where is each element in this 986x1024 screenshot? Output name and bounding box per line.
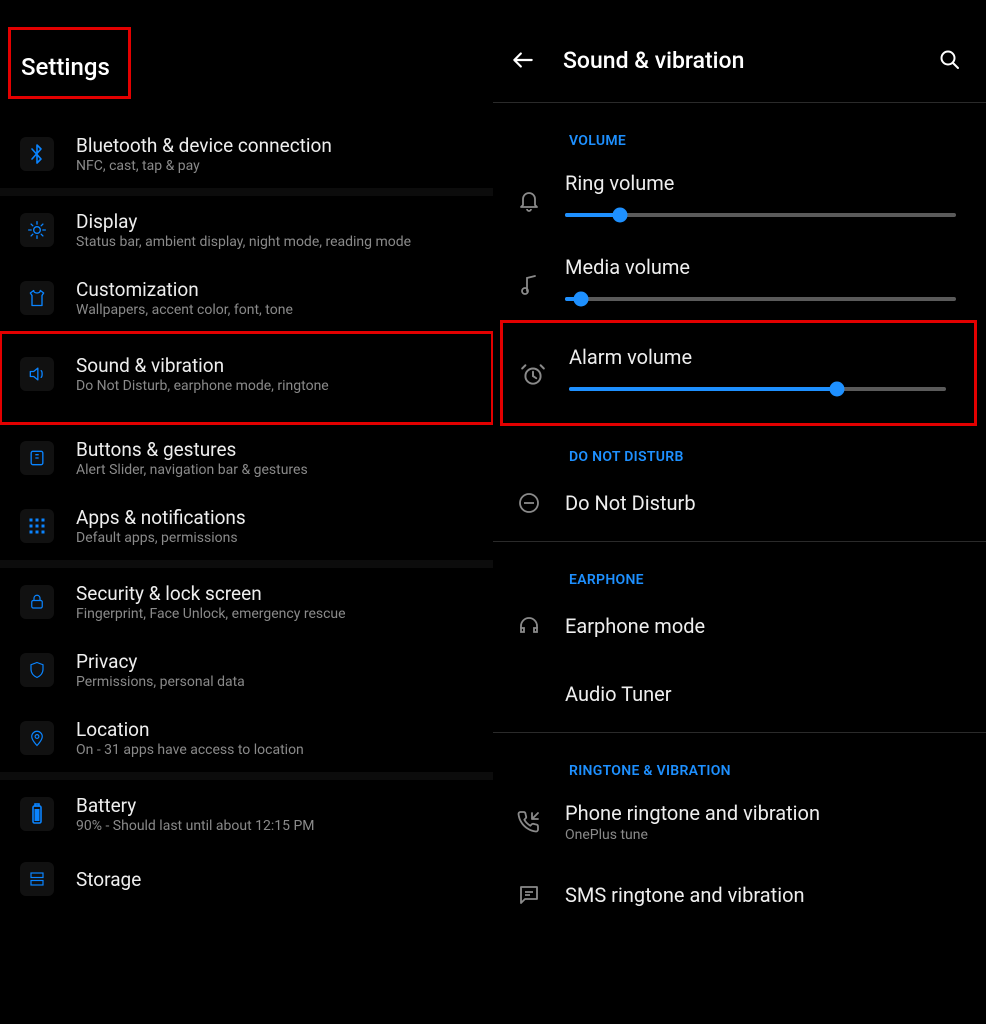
battery-icon — [20, 797, 54, 831]
ring-volume-row: Ring volume — [493, 153, 986, 237]
row-sub: Alert Slider, navigation bar & gestures — [76, 462, 481, 478]
slider-label: Alarm volume — [569, 345, 946, 369]
ringtone-section-label: RINGTONE & VIBRATION — [493, 733, 986, 783]
sms-ringtone-row[interactable]: SMS ringtone and vibration — [493, 861, 986, 929]
buttons-gestures-row[interactable]: Buttons & gestures Alert Slider, navigat… — [0, 424, 493, 492]
row-title: Apps & notifications — [76, 506, 481, 529]
row-title: Customization — [76, 278, 481, 301]
message-icon — [513, 879, 545, 911]
pin-icon — [20, 721, 54, 755]
sound-vibration-panel: Sound & vibration VOLUME Ring volume — [493, 0, 986, 1024]
brightness-icon — [20, 213, 54, 247]
row-title: Phone ringtone and vibration — [565, 801, 956, 825]
media-volume-slider[interactable] — [565, 297, 956, 301]
apps-notifications-row[interactable]: Apps & notifications Default apps, permi… — [0, 492, 493, 560]
headphones-icon — [513, 610, 545, 642]
gestures-icon — [20, 441, 54, 475]
storage-row[interactable]: Storage — [0, 848, 493, 910]
row-sub: Do Not Disturb, earphone mode, ringtone — [76, 378, 481, 394]
slider-label: Media volume — [565, 255, 956, 279]
media-volume-row: Media volume — [493, 237, 986, 321]
row-sub: On - 31 apps have access to location — [76, 742, 481, 758]
ring-volume-slider[interactable] — [565, 213, 956, 217]
row-title: Location — [76, 718, 481, 741]
settings-title-highlight: Settings — [8, 27, 131, 99]
volume-section-label: VOLUME — [493, 103, 986, 153]
search-button[interactable] — [938, 48, 962, 72]
phone-ringtone-row[interactable]: Phone ringtone and vibration OnePlus tun… — [493, 783, 986, 861]
dnd-icon — [513, 487, 545, 519]
privacy-row[interactable]: Privacy Permissions, personal data — [0, 636, 493, 704]
earphone-section-label: EARPHONE — [493, 542, 986, 592]
lock-icon — [20, 585, 54, 619]
sound-vibration-row[interactable]: Sound & vibration Do Not Disturb, earpho… — [0, 332, 493, 424]
battery-row[interactable]: Battery 90% - Should last until about 12… — [0, 780, 493, 848]
storage-icon — [20, 862, 54, 896]
bluetooth-icon — [20, 137, 54, 171]
row-sub: 90% - Should last until about 12:15 PM — [76, 818, 481, 834]
bell-icon — [513, 185, 545, 217]
row-sub: Default apps, permissions — [76, 530, 481, 546]
back-button[interactable] — [507, 44, 539, 76]
row-sub: NFC, cast, tap & pay — [76, 158, 481, 174]
apps-icon — [20, 509, 54, 543]
security-row[interactable]: Security & lock screen Fingerprint, Face… — [0, 568, 493, 636]
row-sub: Status bar, ambient display, night mode,… — [76, 234, 481, 250]
alarm-volume-slider[interactable] — [569, 387, 946, 391]
bluetooth-row[interactable]: Bluetooth & device connection NFC, cast,… — [0, 120, 493, 188]
earphone-mode-row[interactable]: Earphone mode — [493, 592, 986, 660]
row-title: Audio Tuner — [565, 682, 956, 706]
incoming-call-icon — [513, 806, 545, 838]
row-title: Buttons & gestures — [76, 438, 481, 461]
page-title: Settings — [11, 30, 128, 96]
row-title: Storage — [76, 868, 481, 891]
music-note-icon — [513, 269, 545, 301]
customization-row[interactable]: Customization Wallpapers, accent color, … — [0, 264, 493, 332]
row-title: Display — [76, 210, 481, 233]
detail-title: Sound & vibration — [563, 47, 914, 74]
row-title: Security & lock screen — [76, 582, 481, 605]
row-sub: Permissions, personal data — [76, 674, 481, 690]
row-title: SMS ringtone and vibration — [565, 883, 956, 907]
row-sub: OnePlus tune — [565, 827, 956, 843]
shirt-icon — [20, 281, 54, 315]
audio-tuner-row[interactable]: Audio Tuner — [493, 660, 986, 728]
row-title: Battery — [76, 794, 481, 817]
shield-icon — [20, 653, 54, 687]
row-title: Do Not Disturb — [565, 491, 956, 515]
row-sub: Fingerprint, Face Unlock, emergency resc… — [76, 606, 481, 622]
detail-header: Sound & vibration — [493, 0, 986, 103]
display-row[interactable]: Display Status bar, ambient display, nig… — [0, 196, 493, 264]
speaker-icon — [20, 357, 54, 391]
alarm-volume-row: Alarm volume — [501, 321, 976, 425]
location-row[interactable]: Location On - 31 apps have access to loc… — [0, 704, 493, 772]
slider-label: Ring volume — [565, 171, 956, 195]
settings-list: Bluetooth & device connection NFC, cast,… — [0, 120, 493, 910]
row-sub: Wallpapers, accent color, font, tone — [76, 302, 481, 318]
dnd-section-label: DO NOT DISTURB — [493, 425, 986, 469]
row-title: Bluetooth & device connection — [76, 134, 481, 157]
dnd-row[interactable]: Do Not Disturb — [493, 469, 986, 537]
settings-panel: Settings Bluetooth & device connection N… — [0, 0, 493, 1024]
row-title: Privacy — [76, 650, 481, 673]
row-title: Earphone mode — [565, 614, 956, 638]
spacer-icon — [513, 678, 545, 710]
row-title: Sound & vibration — [76, 354, 481, 377]
alarm-clock-icon — [517, 359, 549, 391]
